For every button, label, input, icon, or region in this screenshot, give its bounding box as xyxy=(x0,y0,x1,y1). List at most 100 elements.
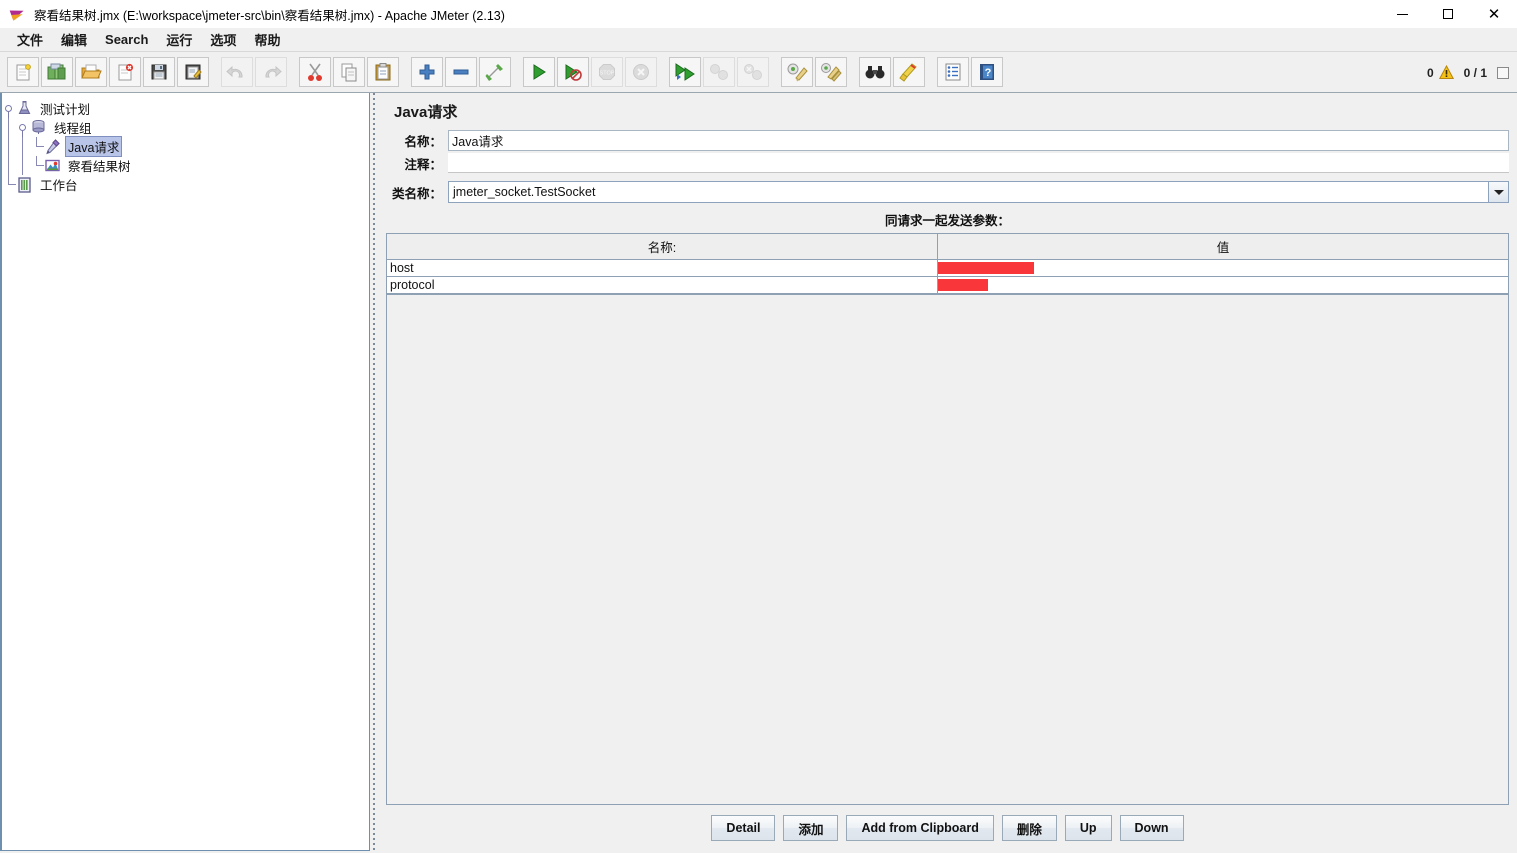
up-button[interactable]: Up xyxy=(1064,815,1112,841)
cell-param-name[interactable]: protocol xyxy=(387,277,938,293)
function-helper-icon xyxy=(945,63,961,81)
play-no-timers-icon xyxy=(565,64,582,81)
stop-button[interactable]: STOP xyxy=(591,57,623,87)
paste-button[interactable] xyxy=(367,57,399,87)
tree-label-thread-group: 线程组 xyxy=(54,122,92,136)
remote-stop-all-icon xyxy=(710,64,728,80)
clear-button[interactable] xyxy=(781,57,813,87)
cell-param-value[interactable] xyxy=(938,277,1508,293)
cell-param-value[interactable] xyxy=(938,260,1508,276)
new-document-icon xyxy=(16,64,31,81)
thread-group-spool-icon xyxy=(30,119,47,136)
window-title: 察看结果树.jmx (E:\workspace\jmeter-src\bin\察… xyxy=(34,8,505,23)
plus-icon xyxy=(419,64,435,80)
search-reset-button[interactable] xyxy=(893,57,925,87)
detail-button[interactable]: Detail xyxy=(711,815,776,841)
test-plan-tree-panel: 测试计划 线程组 Java请求 察看结果树 工作台 xyxy=(0,93,370,851)
classname-combo[interactable]: jmeter_socket.TestSocket xyxy=(448,181,1509,203)
undo-button[interactable] xyxy=(221,57,253,87)
params-caption: 同请求一起发送参数： xyxy=(884,214,1010,228)
save-button[interactable] xyxy=(143,57,175,87)
column-header-value[interactable]: 值 xyxy=(938,234,1508,259)
menu-edit[interactable]: 编辑 xyxy=(52,28,96,51)
menu-file[interactable]: 文件 xyxy=(8,28,52,51)
clear-icon xyxy=(787,63,808,82)
warning-count: 0 xyxy=(1426,65,1434,80)
start-remote-all-button[interactable] xyxy=(669,57,701,87)
main-split-pane: 测试计划 线程组 Java请求 察看结果树 工作台 Java请求 名称： Jav… xyxy=(0,93,1517,851)
chevron-down-icon[interactable] xyxy=(1488,182,1508,202)
add-from-clipboard-button[interactable]: Add from Clipboard xyxy=(846,815,994,841)
undo-icon xyxy=(226,65,243,78)
copy-icon xyxy=(341,63,357,82)
remote-start-all-icon xyxy=(675,63,695,81)
tree-node-thread-group[interactable]: 线程组 xyxy=(2,118,369,137)
shutdown-remote-all-button[interactable] xyxy=(737,57,769,87)
down-button[interactable]: Down xyxy=(1119,815,1184,841)
java-request-panel: Java请求 名称： 注释： 类名称： jmeter_socket.TestSo… xyxy=(382,93,1517,851)
tree-node-test-plan[interactable]: 测试计划 xyxy=(2,99,369,118)
close-document-icon xyxy=(118,63,134,81)
stop-remote-all-button[interactable] xyxy=(703,57,735,87)
binoculars-icon xyxy=(865,66,885,79)
divider-grip xyxy=(373,93,375,851)
tree-node-java-request[interactable]: Java请求 xyxy=(2,136,369,157)
split-pane-divider[interactable] xyxy=(370,93,382,851)
comment-label: 注释： xyxy=(404,157,442,172)
menu-run[interactable]: 运行 xyxy=(157,28,201,51)
cell-param-name[interactable]: host xyxy=(387,260,938,276)
jmeter-feather-icon xyxy=(9,6,26,22)
menu-bar: 文件 编辑 Search 运行 选项 帮助 xyxy=(0,28,1517,52)
expand-handle-test-plan[interactable] xyxy=(2,99,16,118)
tree-node-view-results-tree[interactable]: 察看结果树 xyxy=(2,156,369,175)
redacted-value-block xyxy=(938,279,988,291)
menu-search[interactable]: Search xyxy=(96,30,157,49)
help-icon: ? xyxy=(980,64,994,80)
close-button[interactable]: ✕ xyxy=(1471,0,1517,28)
expand-handle-thread-group[interactable] xyxy=(16,118,30,137)
menu-options[interactable]: 选项 xyxy=(201,28,245,51)
save-as-icon xyxy=(185,64,202,80)
table-row[interactable]: host xyxy=(387,260,1508,277)
cut-button[interactable] xyxy=(299,57,331,87)
copy-button[interactable] xyxy=(333,57,365,87)
shutdown-button[interactable] xyxy=(625,57,657,87)
column-header-name[interactable]: 名称: xyxy=(387,234,938,259)
minus-icon xyxy=(453,69,469,75)
broom-icon xyxy=(899,63,917,82)
delete-button[interactable]: 删除 xyxy=(1001,815,1057,841)
templates-button[interactable] xyxy=(41,57,73,87)
new-document-button[interactable] xyxy=(7,57,39,87)
threads-indicator-box xyxy=(1497,66,1509,79)
name-row: 名称： xyxy=(386,128,1509,151)
name-input[interactable] xyxy=(448,130,1509,151)
java-request-pipette-icon xyxy=(44,138,61,155)
redo-icon xyxy=(265,65,282,78)
tree-label-java-request: Java请求 xyxy=(65,136,123,157)
classname-value: jmeter_socket.TestSocket xyxy=(449,182,1488,202)
table-row[interactable]: protocol xyxy=(387,277,1508,294)
expand-all-button[interactable] xyxy=(411,57,443,87)
help-button[interactable]: ? xyxy=(971,57,1003,87)
function-helper-button[interactable] xyxy=(937,57,969,87)
start-no-timers-button[interactable] xyxy=(557,57,589,87)
toggle-icon xyxy=(485,64,503,81)
play-icon xyxy=(533,64,546,80)
search-button[interactable] xyxy=(859,57,891,87)
minimize-button[interactable] xyxy=(1379,0,1425,28)
tree-node-workbench[interactable]: 工作台 xyxy=(2,175,369,194)
clear-all-button[interactable] xyxy=(815,57,847,87)
maximize-button[interactable] xyxy=(1425,0,1471,28)
menu-help[interactable]: 帮助 xyxy=(245,28,289,51)
clear-all-icon xyxy=(821,63,842,82)
add-button[interactable]: 添加 xyxy=(783,815,839,841)
start-button[interactable] xyxy=(523,57,555,87)
open-button[interactable] xyxy=(75,57,107,87)
toggle-button[interactable] xyxy=(479,57,511,87)
close-document-button[interactable] xyxy=(109,57,141,87)
redo-button[interactable] xyxy=(255,57,287,87)
collapse-all-button[interactable] xyxy=(445,57,477,87)
save-as-button[interactable] xyxy=(177,57,209,87)
comment-input[interactable] xyxy=(448,153,1509,173)
templates-icon xyxy=(47,63,66,80)
